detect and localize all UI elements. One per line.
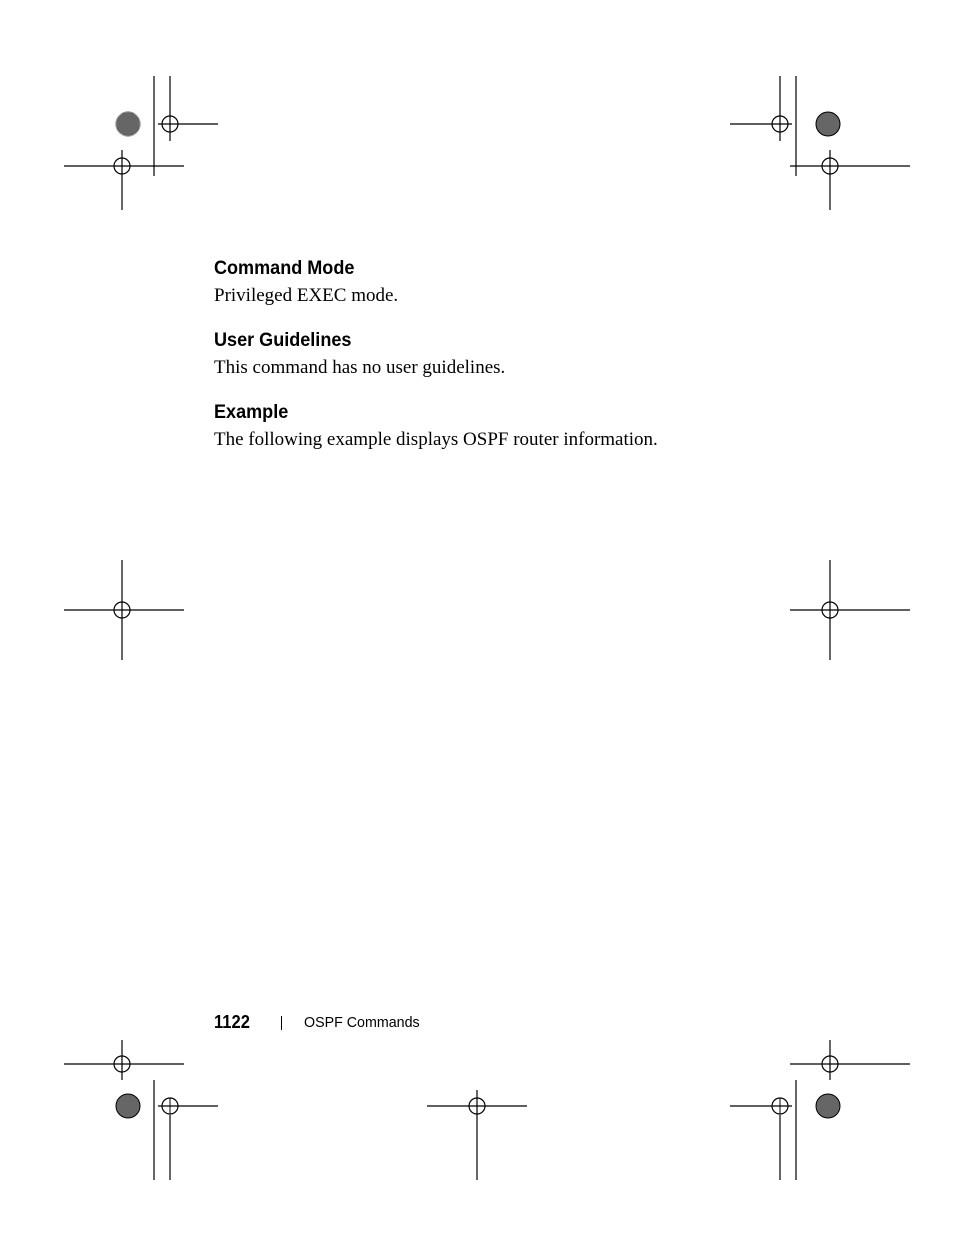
footer-separator-icon — [281, 1016, 282, 1030]
crop-mark-icon — [78, 76, 218, 176]
page-footer: 1122 OSPF Commands — [214, 1012, 774, 1033]
crop-mark-icon — [730, 1080, 880, 1180]
crop-mark-icon — [64, 560, 184, 660]
page-content: Command Mode Privileged EXEC mode. User … — [214, 258, 774, 473]
text-user-guidelines: This command has no user guidelines. — [214, 356, 774, 380]
text-command-mode: Privileged EXEC mode. — [214, 284, 774, 308]
crop-mark-icon — [64, 1040, 184, 1120]
crop-mark-icon — [790, 130, 910, 210]
heading-example: Example — [214, 402, 746, 424]
text-example: The following example displays OSPF rout… — [214, 428, 774, 452]
crop-mark-icon — [790, 1040, 910, 1120]
document-page: Command Mode Privileged EXEC mode. User … — [0, 0, 954, 1235]
footer-section-title: OSPF Commands — [304, 1014, 420, 1031]
crop-mark-icon — [790, 560, 910, 660]
crop-mark-icon — [427, 1080, 527, 1180]
crop-mark-icon — [730, 76, 880, 176]
heading-command-mode: Command Mode — [214, 258, 746, 280]
heading-user-guidelines: User Guidelines — [214, 330, 746, 352]
crop-mark-icon — [64, 130, 184, 210]
crop-mark-icon — [78, 1080, 218, 1180]
page-number: 1122 — [214, 1012, 250, 1033]
